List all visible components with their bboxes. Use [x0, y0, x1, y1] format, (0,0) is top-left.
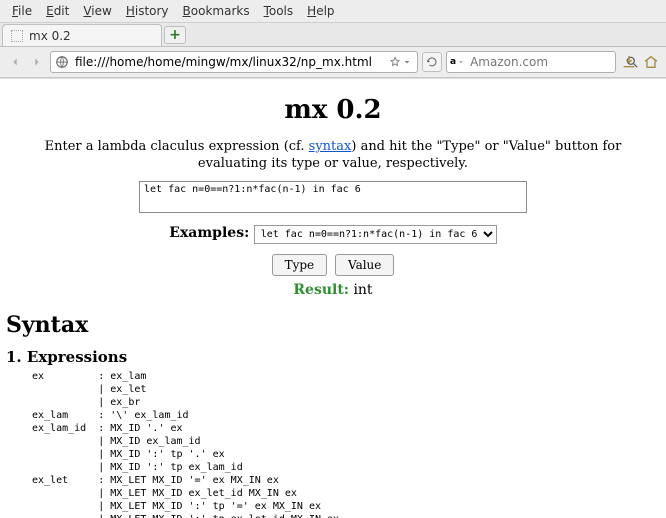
expressions-heading: 1. Expressions	[6, 348, 662, 366]
result-value: int	[353, 282, 372, 298]
browser-tab[interactable]: mx 0.2	[2, 24, 162, 46]
syntax-link[interactable]: syntax	[309, 139, 352, 154]
button-row: Type Value	[4, 254, 662, 276]
url-input[interactable]	[73, 54, 385, 70]
chevron-down-icon	[401, 56, 413, 68]
reload-icon	[426, 56, 438, 68]
tab-title: mx 0.2	[29, 29, 71, 43]
menu-help[interactable]: Help	[301, 2, 340, 20]
menu-history[interactable]: History	[120, 2, 175, 20]
home-button[interactable]	[642, 53, 660, 71]
downloads-button[interactable]	[620, 53, 638, 71]
menubar: File Edit View History Bookmarks Tools H…	[0, 0, 666, 23]
result-row: Result: int	[4, 282, 662, 298]
grammar-block: ex : ex_lam | ex_let | ex_br ex_lam : '\…	[32, 370, 662, 518]
examples-select[interactable]: let fac n=0==n?1:n*fac(n-1) in fac 6	[254, 225, 497, 244]
menu-bookmarks[interactable]: Bookmarks	[177, 2, 256, 20]
page-viewport[interactable]: mx 0.2 Enter a lambda claculus expressio…	[0, 78, 666, 518]
toolbar-extra	[620, 53, 660, 71]
menu-tools[interactable]: Tools	[258, 2, 300, 20]
new-tab-button[interactable]: +	[164, 26, 186, 44]
intro-before: Enter a lambda claculus expression (cf.	[45, 139, 309, 154]
type-button[interactable]: Type	[272, 254, 328, 276]
menu-file[interactable]: File	[6, 2, 38, 20]
arrow-left-icon	[8, 55, 22, 69]
value-button[interactable]: Value	[335, 254, 394, 276]
page-title: mx 0.2	[4, 95, 662, 125]
page-content: mx 0.2 Enter a lambda claculus expressio…	[0, 79, 666, 518]
reload-button[interactable]	[422, 52, 442, 72]
page-favicon-icon	[11, 30, 23, 42]
plus-icon: +	[169, 27, 181, 43]
menu-view[interactable]: View	[77, 2, 117, 20]
intro-text: Enter a lambda claculus expression (cf. …	[22, 139, 644, 173]
back-button[interactable]	[6, 53, 24, 71]
search-engine-badge[interactable]: a	[450, 57, 465, 67]
result-label: Result:	[293, 282, 349, 298]
star-icon	[389, 56, 401, 68]
menu-edit[interactable]: Edit	[40, 2, 75, 20]
examples-label: Examples:	[169, 225, 249, 241]
search-bar[interactable]: a	[446, 51, 616, 73]
download-arrow-icon	[621, 54, 637, 70]
chevron-down-icon	[457, 58, 465, 66]
search-input[interactable]	[468, 54, 622, 70]
amazon-a-icon: a	[450, 57, 456, 67]
tabstrip: mx 0.2 +	[0, 23, 666, 47]
globe-icon	[55, 55, 69, 69]
home-icon	[643, 54, 659, 70]
syntax-heading: Syntax	[6, 312, 662, 338]
expression-input[interactable]: let fac n=0==n?1:n*fac(n-1) in fac 6	[139, 181, 527, 213]
bookmark-star-button[interactable]	[389, 56, 413, 68]
forward-button[interactable]	[28, 53, 46, 71]
examples-row: Examples: let fac n=0==n?1:n*fac(n-1) in…	[4, 225, 662, 244]
url-bar[interactable]	[50, 51, 418, 73]
arrow-right-icon	[30, 55, 44, 69]
nav-toolbar: a	[0, 47, 666, 78]
